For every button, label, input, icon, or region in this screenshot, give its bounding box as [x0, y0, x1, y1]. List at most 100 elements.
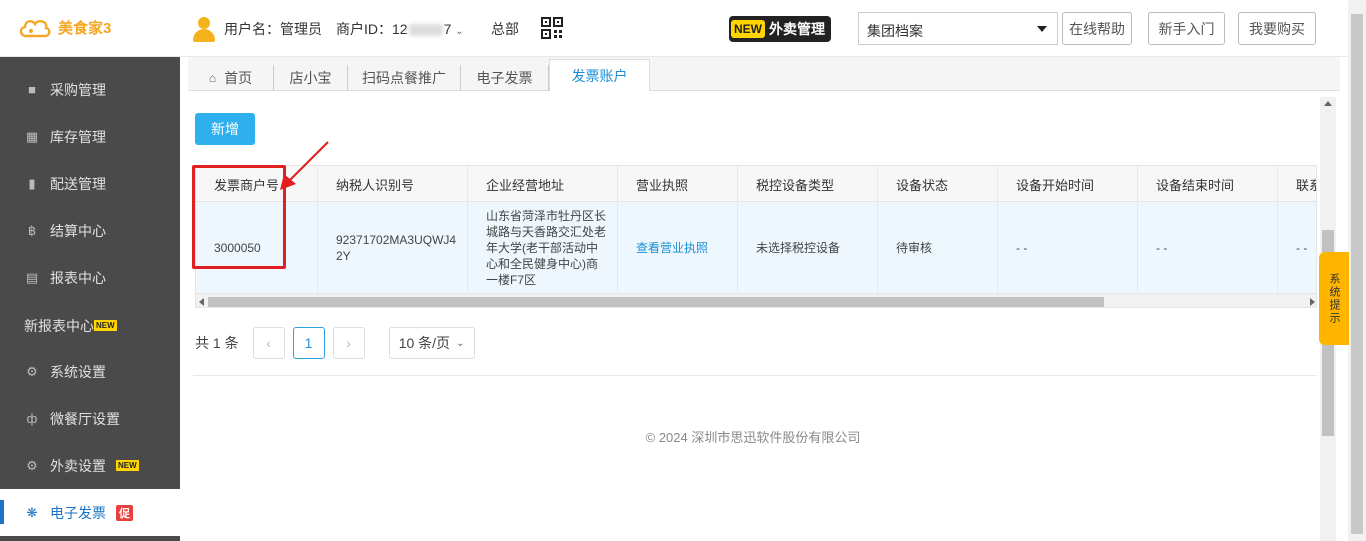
truck-icon: ▮ — [28, 175, 36, 191]
device-type-cell: 未选择税控设备 — [738, 202, 878, 293]
avatar-icon — [192, 16, 216, 42]
horizontal-scrollbar[interactable] — [196, 293, 1316, 307]
sidebar-item-reports[interactable]: ▤ 报表中心 — [0, 254, 180, 301]
promo-badge: 促 — [116, 504, 133, 521]
top-header: 美食家3 用户名：管理员 商户ID：12 7 ⌄ 总部 NEW 外卖管理 集团档案… — [0, 0, 1366, 57]
total-count: 共 1 条 — [195, 335, 239, 351]
sidebar-item-inventory[interactable]: ▦ 库存管理 — [0, 113, 180, 160]
column-header: 纳税人识别号 — [318, 166, 468, 202]
address-cell: 山东省菏泽市牡丹区长城路与天香路交汇处老年大学(老干部活动中心和全民健身中心)商… — [468, 202, 618, 293]
sidebar-item-label: 报表中心 — [50, 269, 106, 286]
sidebar-item-purchase[interactable]: ■ 采购管理 — [0, 66, 180, 113]
column-header: 设备状态 — [878, 166, 998, 202]
table-header: 发票商户号 纳税人识别号 企业经营地址 营业执照 税控设备类型 设备状态 设备开… — [196, 166, 1316, 202]
next-page-button[interactable]: › — [332, 327, 365, 359]
online-help-button[interactable]: 在线帮助 — [1062, 12, 1132, 45]
tab-e-invoice[interactable]: 电子发票 — [461, 65, 549, 91]
tab-scan-order-promo[interactable]: 扫码点餐推广 — [348, 65, 461, 91]
tax-id-cell: 92371702MA3UQWJ42Y — [318, 202, 468, 293]
start-time-cell: - - — [998, 202, 1138, 293]
cloud-logo-icon — [19, 19, 51, 38]
page-size-select[interactable]: 10 条/页 ⌄ — [388, 327, 475, 359]
gears-icon: ⚙ — [26, 363, 38, 379]
archive-select[interactable]: 集团档案 — [858, 12, 1058, 45]
bitcoin-icon: ฿ — [27, 222, 37, 238]
takeaway-management-button[interactable]: NEW 外卖管理 — [729, 16, 831, 42]
new-badge: NEW — [731, 20, 765, 38]
main-panel: 新增 发票商户号 纳税人识别号 企业经营地址 营业执照 税控设备类型 设备状态 … — [188, 91, 1318, 541]
current-page-button[interactable]: 1 — [292, 327, 325, 359]
inventory-icon: ▦ — [25, 128, 39, 144]
annotation-arrow-icon — [280, 141, 329, 190]
user-menu[interactable]: 用户名：管理员 商户ID：12 7 ⌄ — [192, 16, 464, 42]
sidebar-item-label: 微餐厅设置 — [50, 410, 120, 427]
sidebar-item-label: 系统设置 — [50, 363, 106, 380]
sidebar-item-e-invoice[interactable]: ❋ 电子发票 促 — [0, 489, 180, 536]
scroll-thumb[interactable] — [208, 297, 1104, 307]
chevron-down-icon: ⌄ — [456, 337, 465, 349]
column-header: 设备结束时间 — [1138, 166, 1278, 202]
column-header: 联系 — [1278, 166, 1316, 202]
merchant-id-redacted — [408, 24, 443, 37]
sidebar-item-micro-restaurant[interactable]: ф 微餐厅设置 — [0, 395, 180, 442]
tab-invoice-account[interactable]: 发票账户 — [549, 59, 650, 92]
add-button[interactable]: 新增 — [195, 113, 255, 145]
chevron-down-icon: ⌄ — [455, 26, 464, 37]
gear-icon: ⚙ — [26, 457, 38, 473]
user-name: 用户名：管理员 — [224, 21, 322, 37]
merchant-id-suffix: 7 — [443, 21, 452, 37]
pagination: 共 1 条 ‹ 1 › 10 条/页 ⌄ — [195, 327, 475, 359]
system-tip-tab[interactable]: 系统提示 — [1319, 252, 1349, 345]
tab-label: 首页 — [224, 70, 253, 86]
sidebar: ■ 采购管理 ▦ 库存管理 ▮ 配送管理 ฿ 结算中心 ▤ 报表中心 新报表中心… — [0, 57, 180, 541]
view-license-link[interactable]: 查看营业执照 — [636, 240, 708, 256]
prev-page-button[interactable]: ‹ — [252, 327, 285, 359]
scroll-up-icon[interactable] — [1324, 101, 1332, 106]
sidebar-item-label: 结算中心 — [50, 222, 106, 239]
archive-select-value: 集团档案 — [867, 23, 923, 39]
sidebar-item-label: 外卖设置 — [50, 457, 106, 474]
sidebar-item-label: 采购管理 — [50, 81, 106, 98]
new-badge: NEW — [116, 460, 139, 471]
table-row[interactable]: 3000050 92371702MA3UQWJ42Y 山东省菏泽市牡丹区长城路与… — [196, 202, 1316, 293]
scroll-left-icon[interactable] — [199, 298, 204, 306]
purchase-button[interactable]: 我要购买 — [1238, 12, 1316, 45]
caret-down-icon — [1037, 26, 1047, 32]
sidebar-item-settlement[interactable]: ฿ 结算中心 — [0, 207, 180, 254]
scroll-thumb[interactable] — [1351, 14, 1363, 534]
column-header: 税控设备类型 — [738, 166, 878, 202]
tab-home[interactable]: ⌂ 首页 — [188, 65, 274, 91]
sidebar-item-label: 库存管理 — [50, 128, 106, 145]
column-header: 企业经营地址 — [468, 166, 618, 202]
tab-store-assistant[interactable]: 店小宝 — [274, 65, 348, 91]
page-size-value: 10 条/页 — [398, 335, 451, 351]
copyright-footer: © 2024 深圳市思迅软件股份有限公司 — [645, 430, 861, 445]
beginner-guide-button[interactable]: 新手入门 — [1148, 12, 1225, 45]
status-cell: 待审核 — [878, 202, 998, 293]
report-icon: ▤ — [25, 269, 39, 285]
sidebar-item-delivery[interactable]: ▮ 配送管理 — [0, 160, 180, 207]
sidebar-item-label: 新报表中心 — [24, 317, 94, 334]
column-header: 营业执照 — [618, 166, 738, 202]
divider — [193, 375, 1317, 376]
new-badge: NEW — [94, 320, 117, 331]
qr-code-icon[interactable] — [541, 17, 563, 39]
sidebar-item-new-reports[interactable]: 新报表中心 NEW — [0, 302, 180, 349]
app-logo[interactable]: 美食家3 — [18, 16, 111, 38]
headquarters-label[interactable]: 总部 — [491, 19, 519, 39]
book-icon: ■ — [28, 82, 36, 97]
sidebar-item-system-settings[interactable]: ⚙ 系统设置 — [0, 348, 180, 395]
page-vertical-scrollbar[interactable] — [1348, 0, 1366, 541]
end-time-cell: - - — [1138, 202, 1278, 293]
invoice-icon: ❋ — [26, 504, 38, 520]
logo-text: 美食家3 — [58, 19, 112, 37]
scroll-right-icon[interactable] — [1310, 298, 1315, 306]
contact-cell: - - — [1278, 202, 1316, 293]
invoice-account-table: 发票商户号 纳税人识别号 企业经营地址 营业执照 税控设备类型 设备状态 设备开… — [195, 165, 1317, 308]
sidebar-item-takeaway-settings[interactable]: ⚙ 外卖设置 NEW — [0, 442, 180, 489]
takeaway-label: 外卖管理 — [769, 21, 825, 37]
tab-bar: ⌂ 首页 店小宝 扫码点餐推广 电子发票 发票账户 — [188, 57, 1340, 92]
cutlery-icon: ф — [26, 411, 38, 426]
sidebar-item-label: 电子发票 — [50, 504, 106, 521]
license-cell: 查看营业执照 — [618, 202, 738, 293]
